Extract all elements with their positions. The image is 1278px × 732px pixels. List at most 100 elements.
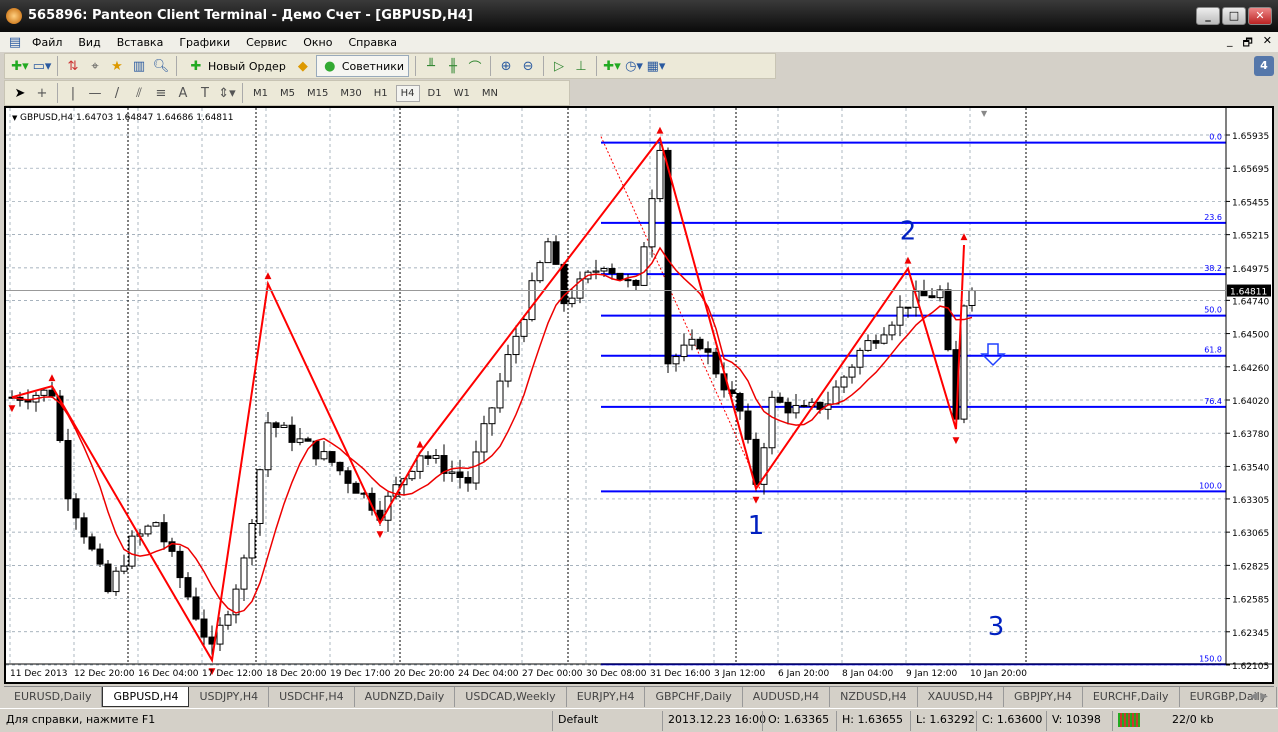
notifications-icon[interactable]: 4 — [1254, 56, 1274, 76]
menu-window[interactable]: Окно — [295, 36, 340, 49]
chart-tab[interactable]: GBPUSD,H4 — [102, 687, 190, 707]
status-help: Для справки, нажмите F1 — [6, 713, 156, 726]
line-chart-icon[interactable]: ⌒ — [466, 57, 484, 76]
chart-tab[interactable]: AUDNZD,Daily — [355, 687, 456, 707]
horizontal-line-icon[interactable]: — — [86, 84, 104, 102]
chart-tab[interactable]: GBPCHF,Daily — [645, 687, 743, 707]
mdi-close-button[interactable]: ✕ — [1263, 34, 1272, 53]
close-button[interactable]: ✕ — [1248, 7, 1272, 25]
periods-clock-icon[interactable]: ◷▾ — [625, 57, 643, 75]
chart-tab[interactable]: USDJPY,H4 — [189, 687, 270, 707]
bar-chart-icon[interactable]: ╨ — [422, 57, 440, 75]
menu-tools[interactable]: Сервис — [238, 36, 295, 49]
navigator-icon[interactable]: ★ — [108, 57, 126, 75]
data-window-icon[interactable]: ⌖ — [86, 57, 104, 75]
toolbar-separator — [490, 56, 492, 76]
menu-help[interactable]: Справка — [340, 36, 404, 49]
chart-tab[interactable]: GBPJPY,H4 — [1004, 687, 1083, 707]
trendline-icon[interactable]: / — [108, 84, 126, 102]
candle-body — [848, 366, 856, 378]
candlestick-icon[interactable]: ╫ — [444, 57, 462, 75]
chart-tab[interactable]: EURUSD,Daily — [4, 687, 103, 707]
text-icon[interactable]: A — [174, 84, 192, 102]
auto-scroll-icon[interactable]: ▷ — [550, 57, 568, 75]
candle-body — [624, 279, 632, 282]
menu-charts[interactable]: Графики — [171, 36, 238, 49]
vertical-line-icon[interactable]: | — [64, 84, 82, 102]
candle-body — [112, 570, 120, 593]
candle-body — [680, 344, 688, 358]
candle-body — [488, 407, 496, 425]
chart-tab[interactable]: AUDUSD,H4 — [743, 687, 831, 707]
channel-icon[interactable]: ⫽ — [130, 84, 148, 102]
candle-body — [568, 297, 576, 305]
candle-body — [216, 624, 224, 645]
timeframe-m15[interactable]: M15 — [303, 86, 332, 101]
timeframe-m5[interactable]: M5 — [276, 86, 299, 101]
mdi-restore-button[interactable]: 🗗 — [1242, 34, 1252, 53]
toolbar-separator — [57, 56, 58, 76]
candle-body — [896, 306, 904, 326]
new-chart-icon[interactable]: ✚▾ — [11, 57, 29, 75]
chart-tab[interactable]: EURCHF,Daily — [1083, 687, 1180, 707]
candle-body — [928, 295, 936, 299]
timeframe-h4[interactable]: H4 — [395, 84, 420, 102]
candle-body — [968, 290, 976, 306]
experts-label: Советники — [341, 59, 405, 73]
chart-doc-icon: ▤ — [8, 34, 22, 50]
text-label-icon[interactable]: T — [196, 84, 214, 102]
candle-body — [64, 440, 72, 500]
templates-icon[interactable]: ▦▾ — [647, 57, 666, 75]
mdi-minimize-button[interactable]: _ — [1227, 34, 1233, 53]
down-arrow-icon — [980, 343, 1006, 367]
menu-insert[interactable]: Вставка — [109, 36, 172, 49]
menu-view[interactable]: Вид — [70, 36, 108, 49]
candle-body — [504, 354, 512, 382]
zoom-in-icon[interactable]: ⊕ — [497, 57, 515, 75]
cursor-icon[interactable]: ➤ — [11, 84, 29, 102]
timeframe-m1[interactable]: M1 — [249, 86, 272, 101]
minimize-button[interactable]: _ — [1196, 7, 1220, 25]
profiles-icon[interactable]: ▭▾ — [33, 57, 52, 75]
toolbar-separator — [242, 83, 243, 103]
candle-body — [40, 389, 48, 396]
crosshair-icon[interactable]: + — [33, 84, 51, 102]
timeframe-h1[interactable]: H1 — [370, 86, 392, 101]
maximize-button[interactable]: □ — [1222, 7, 1246, 25]
fibonacci-icon[interactable]: ≡ — [152, 84, 170, 102]
timeframe-w1[interactable]: W1 — [450, 86, 474, 101]
chart-tab[interactable]: NZDUSD,H4 — [830, 687, 918, 707]
time-label: 17 Dec 12:00 — [202, 669, 263, 679]
menu-file[interactable]: Файл — [24, 36, 70, 49]
price-chart[interactable]: 0.0 23.6 38.2 50.0 61.8 76.4 100.0 150.0 1 2 3 ▼ ▲ ▼ ▲… — [6, 108, 1272, 682]
status-close: C: 1.63600 — [982, 713, 1043, 726]
price-label: 1.62345 — [1232, 629, 1269, 639]
timeframe-mn[interactable]: MN — [478, 86, 502, 101]
market-watch-icon[interactable]: ⇅ — [64, 57, 82, 75]
experts-button[interactable]: ● Советники — [315, 55, 410, 77]
status-profile: Default — [558, 713, 599, 726]
candle-body — [944, 289, 952, 351]
terminal-icon[interactable]: ▥ — [130, 57, 148, 75]
arrows-icon[interactable]: ⇕▾ — [218, 84, 236, 102]
timeframe-m30[interactable]: M30 — [336, 86, 365, 101]
tab-scroll-arrows-icon[interactable]: ◀ ▶ — [1249, 687, 1268, 707]
tester-icon[interactable]: 🔍︎ — [152, 57, 170, 75]
indicators-icon[interactable]: ✚▾ — [603, 57, 621, 75]
zoom-out-icon[interactable]: ⊖ — [519, 57, 537, 75]
warning-icon[interactable]: ◆ — [294, 57, 312, 75]
new-order-button[interactable]: ✚ Новый Ордер — [183, 55, 290, 77]
chart-tab[interactable]: USDCHF,H4 — [269, 687, 355, 707]
candle-body — [616, 272, 624, 281]
chart-shift-icon[interactable]: ⊥ — [572, 57, 590, 75]
toolbar-separator — [543, 56, 545, 76]
chart-tab[interactable]: USDCAD,Weekly — [455, 687, 567, 707]
chart-tab[interactable]: EURJPY,H4 — [567, 687, 646, 707]
candle-body — [480, 423, 488, 453]
timeframe-d1[interactable]: D1 — [424, 86, 446, 101]
candle-body — [336, 461, 344, 472]
time-label: 10 Jan 20:00 — [970, 669, 1027, 679]
chart-window[interactable]: 0.0 23.6 38.2 50.0 61.8 76.4 100.0 150.0 1 2 3 ▼ ▲ ▼ ▲… — [4, 106, 1274, 684]
chart-tab[interactable]: XAUUSD,H4 — [918, 687, 1005, 707]
new-order-icon: ✚ — [190, 58, 202, 74]
